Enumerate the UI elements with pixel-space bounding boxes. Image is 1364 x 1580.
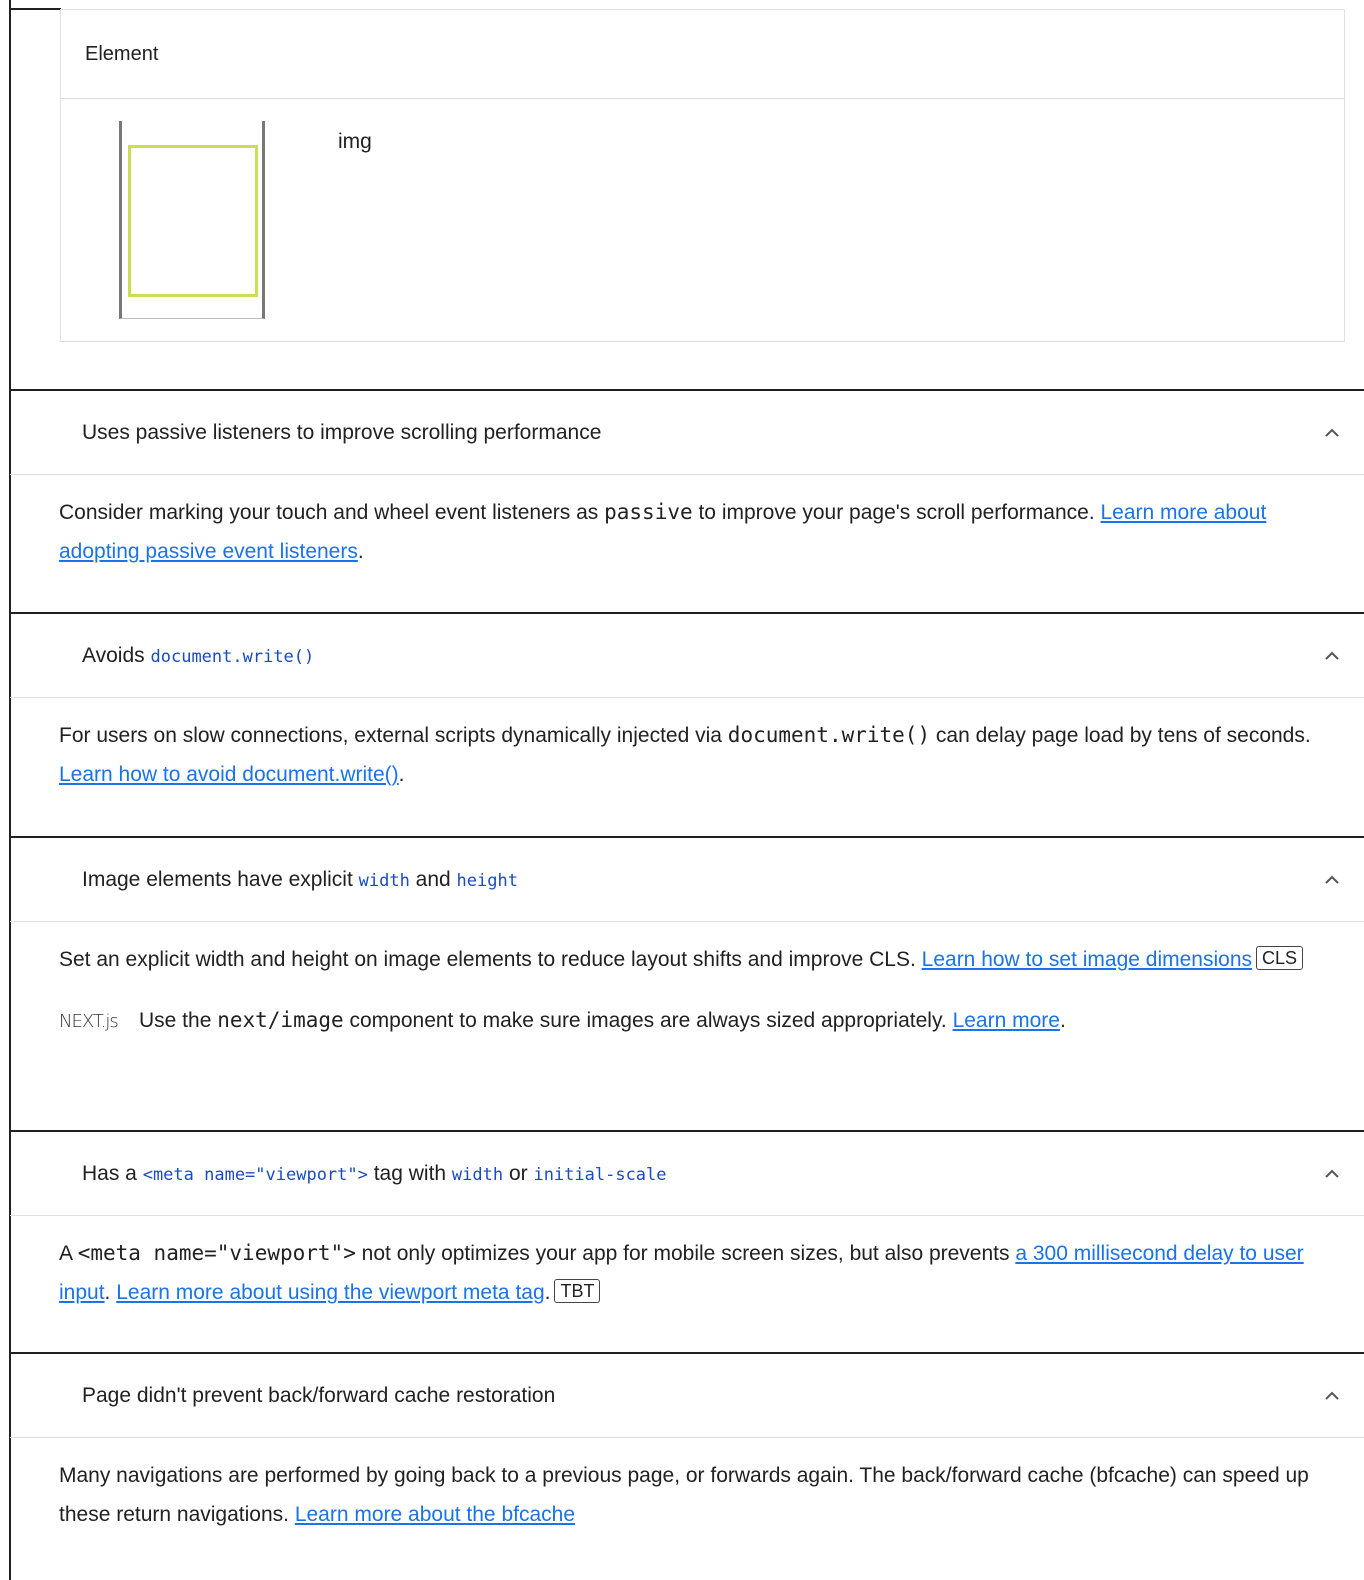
chevron-up-icon[interactable] (1322, 1388, 1342, 1404)
audit-header[interactable]: Has a <meta name="viewport"> tag with wi… (10, 1130, 1364, 1216)
divider (9, 8, 61, 10)
audit-title: Uses passive listeners to improve scroll… (82, 420, 602, 444)
audit-header[interactable]: Avoids document.write() (10, 612, 1364, 698)
audit-header[interactable]: Uses passive listeners to improve scroll… (10, 389, 1364, 475)
nextjs-logo-icon: NEXT.js (59, 1011, 119, 1032)
element-table: Element img (60, 10, 1345, 342)
audit-description: Many navigations are performed by going … (59, 1464, 1309, 1526)
inline-code: document.write() (150, 646, 315, 667)
audit-meta-viewport: Has a <meta name="viewport"> tag with wi… (10, 1130, 1364, 1312)
learn-more-link[interactable]: Learn how to set image dimensions (922, 948, 1252, 971)
element-table-header: Element (61, 10, 1344, 99)
learn-more-link[interactable]: Learn how to avoid document.write() (59, 763, 399, 786)
learn-more-link[interactable]: Learn more about the bfcache (295, 1503, 575, 1526)
element-screenshot-thumbnail[interactable] (119, 121, 265, 319)
audit-title: Avoids document.write() (82, 643, 315, 667)
element-node-label: img (338, 130, 372, 153)
audit-header[interactable]: Page didn't prevent back/forward cache r… (10, 1352, 1364, 1438)
metric-badge-tbt: TBT (554, 1279, 601, 1303)
audit-title: Page didn't prevent back/forward cache r… (82, 1383, 556, 1407)
audit-description: Consider marking your touch and wheel ev… (59, 500, 1267, 563)
audit-title: Has a <meta name="viewport"> tag with wi… (82, 1161, 667, 1185)
inline-code: passive (604, 500, 693, 524)
stack-pack-advice: NEXT.js Use the next/image component to … (59, 1001, 1324, 1041)
element-highlight-box (128, 145, 258, 297)
audit-description: Set an explicit width and height on imag… (10, 922, 1364, 1041)
learn-more-link[interactable]: Learn more about using the viewport meta… (116, 1281, 544, 1304)
audit-description: A <meta name="viewport"> not only optimi… (59, 1241, 1304, 1304)
audit-image-dimensions: Image elements have explicit width and h… (10, 836, 1364, 1041)
inline-code: document.write() (727, 723, 931, 747)
audit-passive-listeners: Uses passive listeners to improve scroll… (10, 389, 1364, 571)
learn-more-link[interactable]: Learn more (953, 1009, 1060, 1032)
chevron-up-icon[interactable] (1322, 872, 1342, 888)
chevron-up-icon[interactable] (1322, 648, 1342, 664)
audit-title: Image elements have explicit width and h… (82, 867, 518, 891)
audit-header[interactable]: Image elements have explicit width and h… (10, 836, 1364, 922)
audit-document-write: Avoids document.write() For users on slo… (10, 612, 1364, 794)
audit-bfcache: Page didn't prevent back/forward cache r… (10, 1352, 1364, 1534)
chevron-up-icon[interactable] (1322, 425, 1342, 441)
audit-description: For users on slow connections, external … (59, 723, 1311, 786)
metric-badge-cls: CLS (1256, 946, 1304, 970)
chevron-up-icon[interactable] (1322, 1166, 1342, 1182)
